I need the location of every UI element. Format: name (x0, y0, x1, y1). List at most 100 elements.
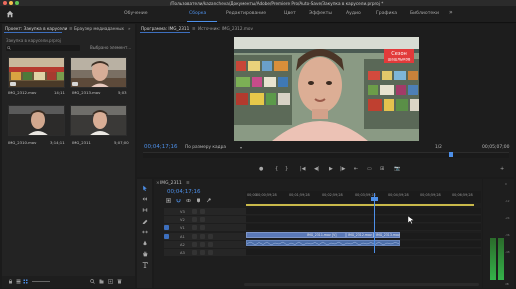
add-marker-icon[interactable] (196, 198, 201, 203)
nest-icon[interactable] (166, 198, 171, 203)
media-thumbnail-img2310[interactable] (8, 105, 65, 136)
sequence-menu-icon[interactable]: ≡ (186, 181, 190, 186)
workspace-tab-audio[interactable]: Аудио (346, 11, 361, 16)
program-scrubber[interactable] (143, 152, 509, 158)
play-button[interactable]: ▶ (329, 166, 333, 172)
track-lane-a3[interactable] (246, 249, 481, 256)
project-footer-toolbar (2, 276, 135, 288)
mute-button[interactable] (192, 250, 197, 255)
program-menu-icon[interactable]: ≡ (192, 26, 196, 31)
step-forward-button[interactable]: |▶ (340, 166, 346, 172)
workspace-tab-editing[interactable]: Редактирование (226, 11, 266, 16)
media-thumbnail-img2311[interactable] (70, 105, 127, 136)
eye-icon[interactable] (200, 225, 205, 230)
lift-button[interactable]: ▭ (367, 166, 372, 172)
chevron-down-icon[interactable]: ▾ (240, 145, 242, 150)
track-lane-v1[interactable] (246, 224, 481, 231)
active-workspace-indicator (187, 21, 217, 23)
scrubber-playhead[interactable] (449, 152, 453, 157)
timeline-horizontal-scrollbar[interactable] (244, 283, 479, 286)
audio-clip[interactable] (246, 240, 400, 246)
source-patch-v1[interactable] (164, 225, 169, 230)
playhead-handle[interactable] (371, 197, 378, 201)
button-editor-button[interactable]: + (500, 166, 504, 172)
timeline-timecode[interactable]: 00;04;17;16 (167, 189, 201, 195)
timeline-playhead[interactable] (374, 193, 375, 253)
eye-icon[interactable] (200, 217, 205, 222)
razor-tool-icon[interactable] (142, 218, 148, 224)
tab-source-monitor[interactable]: Источник: IMG_2312.mov (198, 26, 253, 31)
workspace-tab-color[interactable]: Цвет (284, 11, 296, 16)
workspaces-overflow-button[interactable]: » (449, 9, 453, 16)
ruler-label: 00;02;59;28 (322, 193, 343, 197)
wrench-icon[interactable] (206, 198, 211, 203)
selection-tool-icon[interactable] (142, 185, 148, 191)
project-menu-icon[interactable]: ≡ (69, 26, 73, 31)
media-duration: 5;07;00 (114, 140, 129, 145)
mark-out-button[interactable]: } (285, 166, 288, 172)
zoom-slider[interactable] (32, 281, 50, 282)
workspace-tab-effects[interactable]: Эффекты (309, 11, 332, 16)
new-item-icon[interactable] (108, 279, 113, 284)
pen-tool-icon[interactable] (142, 240, 148, 246)
toggle-output-icon[interactable] (192, 209, 197, 214)
zoom-window-button[interactable] (15, 1, 19, 5)
mark-in-button[interactable]: { (275, 166, 278, 172)
linked-selection-icon[interactable] (186, 198, 191, 203)
toggle-output-icon[interactable] (192, 217, 197, 222)
list-view-icon[interactable] (16, 279, 21, 284)
mute-button[interactable] (192, 242, 197, 247)
eye-icon[interactable] (200, 209, 205, 214)
minimize-window-button[interactable] (9, 1, 13, 5)
workspace-tab-learning[interactable]: Обучение (124, 11, 148, 16)
slip-tool-icon[interactable] (142, 229, 148, 235)
media-thumbnail-img2313[interactable] (70, 57, 127, 88)
media-thumbnail-img2312[interactable] (8, 57, 65, 88)
fit-dropdown[interactable]: По размеру кадра (185, 145, 226, 150)
workspace-tab-assembly[interactable]: Сборка (189, 11, 206, 16)
lock-icon[interactable] (8, 279, 13, 284)
workspace-tab-graphics[interactable]: Графика (376, 11, 397, 16)
trash-icon[interactable] (117, 279, 122, 284)
tab-project[interactable]: Проект: Закупка в карусели (5, 26, 67, 31)
resolution-dropdown[interactable]: 1/2 (435, 145, 442, 150)
ruler-label: 00;01;59;28 (289, 193, 310, 197)
work-area-bar[interactable] (246, 204, 474, 206)
add-marker-button[interactable]: ● (259, 166, 263, 172)
icon-view-icon[interactable] (23, 279, 28, 284)
close-window-button[interactable] (3, 1, 7, 5)
track-select-tool-icon[interactable] (142, 196, 148, 202)
search-icon[interactable] (90, 279, 95, 284)
tab-program-monitor[interactable]: Программа: IMG_2311 (141, 26, 189, 31)
go-to-out-button[interactable]: ⇤ (354, 166, 358, 172)
go-to-in-button[interactable]: |◀ (300, 166, 306, 172)
microphone-icon[interactable] (208, 234, 213, 239)
snap-icon[interactable] (176, 198, 181, 203)
program-timecode[interactable]: 00;04;17;16 (144, 144, 178, 150)
ripple-edit-tool-icon[interactable] (142, 207, 148, 213)
solo-button[interactable] (200, 250, 205, 255)
tab-sequence[interactable]: IMG_2311 (160, 181, 182, 186)
type-tool-icon[interactable] (142, 262, 148, 268)
source-patch-a1[interactable] (164, 234, 169, 239)
project-tabs-overflow[interactable]: » (128, 26, 131, 31)
extract-button[interactable]: ⊞ (380, 166, 384, 172)
step-back-button[interactable]: ◀| (314, 166, 320, 172)
home-icon[interactable] (6, 10, 14, 18)
solo-button[interactable] (200, 242, 205, 247)
solo-button[interactable] (200, 234, 205, 239)
microphone-icon[interactable] (208, 242, 213, 247)
project-search-input[interactable] (6, 45, 80, 51)
toggle-output-icon[interactable] (192, 225, 197, 230)
track-lane-v3[interactable] (246, 208, 481, 215)
track-lane-v2[interactable] (246, 216, 481, 223)
hand-tool-icon[interactable] (142, 251, 148, 257)
mute-button[interactable] (192, 234, 197, 239)
microphone-icon[interactable] (208, 250, 213, 255)
workspace-tab-libraries[interactable]: Библиотеки (410, 11, 439, 16)
export-frame-button[interactable]: 📷 (394, 166, 400, 172)
track-name: A1 (180, 234, 185, 239)
tab-media-browser[interactable]: Браузер медиаданных (74, 26, 124, 31)
media-name: IMG_2312.mov (8, 90, 37, 95)
new-bin-icon[interactable] (99, 279, 104, 284)
